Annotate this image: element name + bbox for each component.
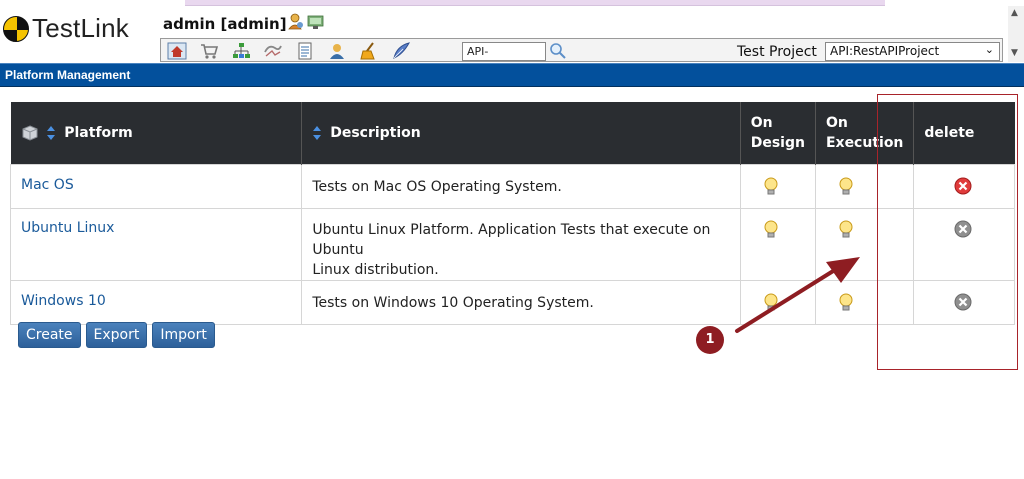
- user-settings-icon[interactable]: [287, 13, 304, 30]
- test-project-label: Test Project: [737, 44, 817, 60]
- table-row: Mac OS Tests on Mac OS Operating System.: [9, 163, 1015, 209]
- chevron-down-icon: ⌄: [984, 43, 994, 56]
- platform-cell: Mac OS: [9, 163, 303, 209]
- on-design-cell: [739, 279, 816, 325]
- column-header-description[interactable]: Description: [301, 102, 741, 164]
- platform-link-mac-os[interactable]: Mac OS: [21, 177, 74, 193]
- platform-description-line2: Linux distribution.: [312, 261, 439, 278]
- annotation-badge: 1: [696, 326, 724, 354]
- lightbulb-icon[interactable]: [763, 177, 779, 197]
- annotation-highlight-box: [877, 94, 1018, 370]
- table-row: Ubuntu Linux Ubuntu Linux Platform. Appl…: [9, 207, 1015, 281]
- action-buttons: Create Export Import: [18, 322, 215, 348]
- feather-icon[interactable]: [389, 41, 412, 60]
- on-design-cell: [739, 163, 816, 209]
- toolbar-icons: [165, 41, 412, 60]
- scroll-down-icon[interactable]: ▼: [1011, 48, 1018, 58]
- column-header-description-label: Description: [330, 124, 421, 141]
- export-button[interactable]: Export: [85, 322, 148, 348]
- column-header-platform-label: Platform: [64, 124, 133, 141]
- user-icon[interactable]: [325, 41, 348, 60]
- logout-icon[interactable]: [307, 13, 324, 30]
- on-design-cell: [739, 207, 816, 281]
- logo-text: TestLink: [32, 13, 129, 43]
- document-icon[interactable]: [293, 41, 316, 60]
- table-row: Windows 10 Tests on Windows 10 Operating…: [9, 279, 1015, 325]
- test-project-value: API:RestAPIProject: [830, 44, 940, 58]
- description-cell: Ubuntu Linux Platform. Application Tests…: [301, 207, 741, 281]
- description-cell: Tests on Windows 10 Operating System.: [301, 279, 741, 325]
- page-title: Platform Management: [5, 68, 131, 82]
- lightbulb-icon[interactable]: [838, 177, 854, 197]
- broom-icon[interactable]: [357, 41, 380, 60]
- main-toolbar: API- Test Project API:RestAPIProject ⌄: [160, 38, 1003, 62]
- section-bar: Platform Management: [0, 63, 1024, 87]
- lightbulb-icon[interactable]: [763, 293, 779, 313]
- platform-description: Tests on Mac OS Operating System.: [312, 178, 562, 195]
- sort-icon[interactable]: [312, 125, 322, 141]
- user-name: admin [admin]: [163, 15, 287, 33]
- platform-description: Tests on Windows 10 Operating System.: [312, 294, 594, 311]
- scroll-up-icon[interactable]: ▲: [1011, 8, 1018, 18]
- user-icons: [287, 13, 324, 30]
- testlink-logo[interactable]: TestLink: [3, 13, 129, 44]
- search-icon[interactable]: [549, 42, 567, 60]
- on-design-label-line2: Design: [750, 134, 805, 151]
- platform-cell: Windows 10: [9, 279, 303, 325]
- platforms-table: Platform Description On Design On Execut…: [9, 102, 1015, 325]
- platform-link-ubuntu-linux[interactable]: Ubuntu Linux: [21, 220, 114, 236]
- create-button[interactable]: Create: [18, 322, 81, 348]
- description-cell: Tests on Mac OS Operating System.: [301, 163, 741, 209]
- execute-icon[interactable]: [261, 41, 284, 60]
- lightbulb-icon[interactable]: [763, 220, 779, 240]
- lightbulb-icon[interactable]: [838, 293, 854, 313]
- table-header-row: Platform Description On Design On Execut…: [10, 102, 1015, 164]
- column-header-platform[interactable]: Platform: [10, 102, 303, 164]
- platform-description-line1: Ubuntu Linux Platform. Application Tests…: [312, 221, 711, 258]
- logo-mark-icon: [3, 15, 29, 42]
- testcase-search-input[interactable]: API-: [462, 42, 546, 61]
- app-header: TestLink admin [admin] API- Test Project…: [0, 6, 1008, 62]
- home-icon[interactable]: [165, 41, 188, 60]
- header-scrollbar[interactable]: ▲ ▼: [1008, 6, 1024, 62]
- lightbulb-icon[interactable]: [838, 220, 854, 240]
- platform-link-windows-10[interactable]: Windows 10: [21, 293, 106, 309]
- sort-icon[interactable]: [46, 125, 56, 141]
- tree-icon[interactable]: [229, 41, 252, 60]
- on-design-label-line1: On: [750, 114, 773, 131]
- import-button[interactable]: Import: [152, 322, 215, 348]
- test-project-select[interactable]: API:RestAPIProject ⌄: [825, 42, 1000, 61]
- column-header-on-design: On Design: [740, 102, 816, 164]
- export-cube-icon[interactable]: [21, 125, 39, 141]
- cart-icon[interactable]: [197, 41, 220, 60]
- platform-cell: Ubuntu Linux: [9, 207, 303, 281]
